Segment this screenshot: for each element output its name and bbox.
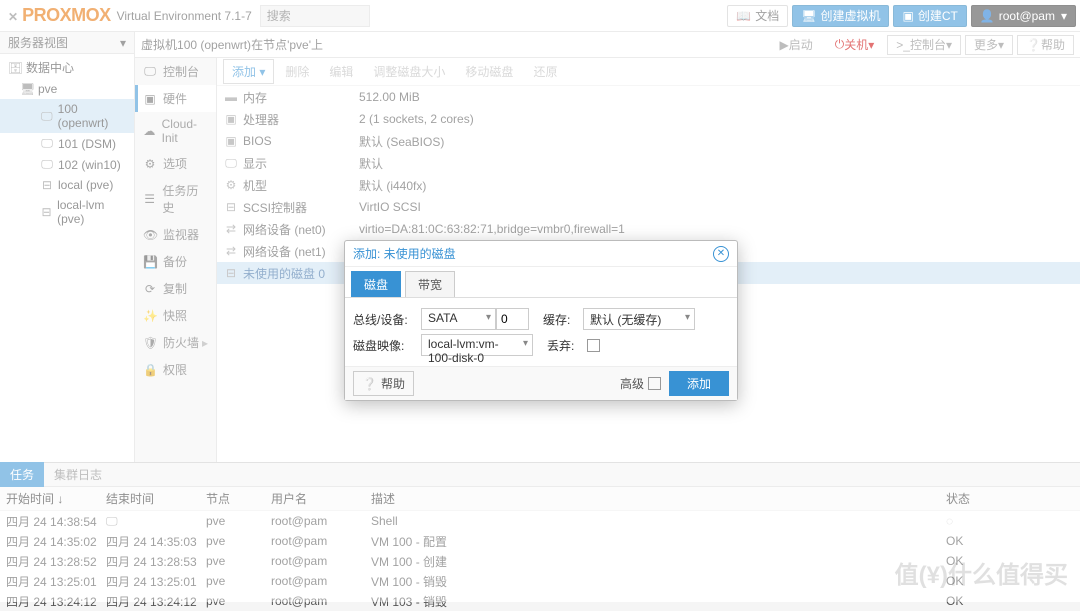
modal-tab-disk[interactable]: 磁盘 <box>351 271 401 297</box>
modal-tab-bandwidth[interactable]: 带宽 <box>405 271 455 297</box>
modal-titlebar: 添加: 未使用的磁盘 ✕ <box>345 241 737 267</box>
modal-add-button[interactable]: 添加 <box>669 371 729 396</box>
advanced-checkbox[interactable] <box>648 377 661 390</box>
help-icon: ❔ <box>362 377 377 391</box>
bus-number-input[interactable] <box>496 308 529 330</box>
image-select[interactable]: local-lvm:vm-100-disk-0 <box>421 334 533 356</box>
label-discard: 丢弃: <box>547 337 587 354</box>
close-icon[interactable]: ✕ <box>713 246 729 262</box>
label-bus: 总线/设备: <box>353 311 421 328</box>
advanced-toggle[interactable]: 高级 <box>620 375 661 392</box>
bus-select[interactable]: SATA <box>421 308 496 330</box>
label-cache: 缓存: <box>543 311 583 328</box>
modal-title: 添加: 未使用的磁盘 <box>353 245 713 262</box>
modal-help-button[interactable]: ❔帮助 <box>353 371 414 396</box>
cache-select[interactable]: 默认 (无缓存) <box>583 308 695 330</box>
label-image: 磁盘映像: <box>353 337 421 354</box>
add-disk-modal: 添加: 未使用的磁盘 ✕ 磁盘 带宽 总线/设备: SATA 缓存: 默认 (无… <box>344 240 738 401</box>
discard-checkbox[interactable] <box>587 339 600 352</box>
